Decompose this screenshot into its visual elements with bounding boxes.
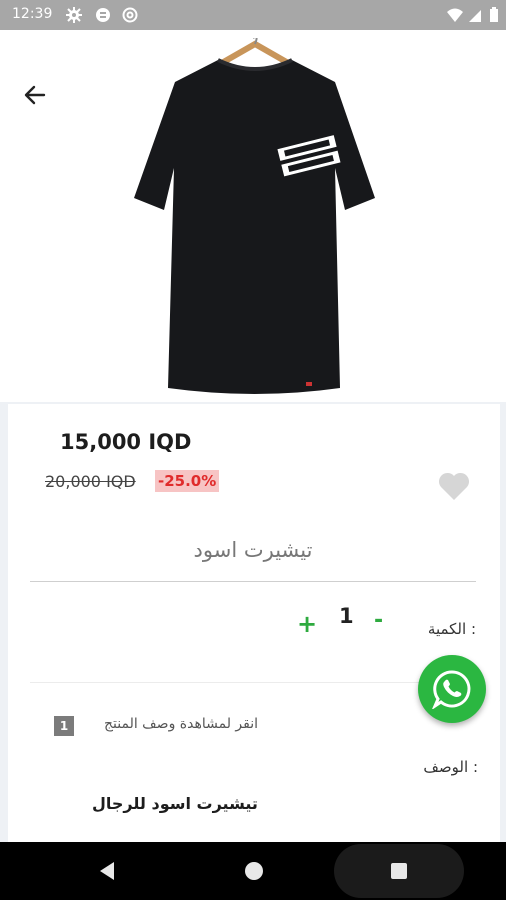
- nav-home-icon[interactable]: [239, 842, 269, 900]
- wifi-icon: [447, 8, 463, 22]
- divider: [30, 682, 476, 683]
- whatsapp-icon: [432, 670, 471, 709]
- nav-back-icon[interactable]: [92, 842, 122, 900]
- quantity-increase-button[interactable]: +: [297, 610, 317, 638]
- description-text: تيشيرت اسود للرجال: [92, 794, 258, 813]
- status-bar: 12:39: [0, 0, 506, 30]
- navigation-bar: [0, 842, 506, 900]
- quantity-decrease-button[interactable]: -: [374, 608, 383, 633]
- quantity-value: 1: [339, 604, 354, 628]
- heart-icon[interactable]: [437, 470, 471, 502]
- quantity-label: الكمية :: [427, 620, 476, 638]
- product-details-card: 15,000 IQD 20,000 IQD -25.0% تيشيرت اسود…: [8, 404, 500, 844]
- whatsapp-button[interactable]: [418, 655, 486, 723]
- settings-icon: [66, 7, 82, 23]
- description-number-icon: 1: [54, 716, 74, 736]
- product-price: 15,000 IQD: [60, 430, 192, 454]
- back-arrow-icon[interactable]: [20, 80, 50, 110]
- product-name: تيشيرت اسود: [193, 538, 313, 562]
- sync-icon: [96, 8, 110, 22]
- signal-icon: [469, 10, 481, 22]
- product-image-area: [0, 30, 506, 402]
- status-time: 12:39: [12, 6, 53, 22]
- product-image: [134, 38, 375, 394]
- description-label: الوصف :: [423, 758, 478, 776]
- show-description-button[interactable]: انقر لمشاهدة وصف المنتج: [104, 716, 258, 732]
- battery-icon: [490, 7, 498, 22]
- discount-badge: -25.0%: [155, 470, 220, 492]
- at-icon: [122, 7, 138, 23]
- old-price: 20,000 IQD: [45, 472, 136, 491]
- divider: [30, 581, 476, 582]
- nav-recents-icon[interactable]: [384, 842, 414, 900]
